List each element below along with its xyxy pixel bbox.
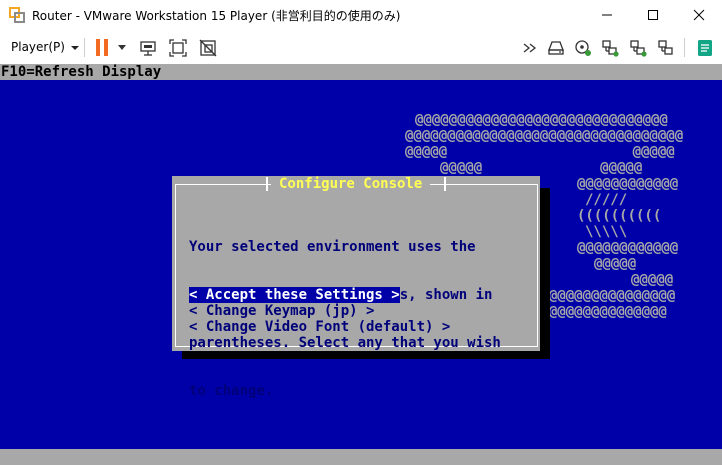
pause-icon-bar — [104, 39, 108, 56]
dialog-body-line: parentheses. Select any that you wish — [189, 335, 501, 351]
notes-icon[interactable] — [695, 38, 715, 58]
logo-line: @@@@@ — [631, 272, 674, 288]
pause-options-chevron-icon[interactable] — [118, 45, 126, 50]
option-change-video-font[interactable]: < Change Video Font (default) > — [189, 319, 450, 335]
minimize-icon — [602, 14, 612, 16]
title-bar: Router - VMware Workstation 15 Player (非… — [0, 0, 722, 31]
send-ctrl-alt-del-icon[interactable] — [138, 38, 158, 58]
player-menu[interactable]: Player(P) — [5, 37, 85, 57]
dialog-body-line: to change. — [189, 383, 274, 399]
dialog-body-line: Your selected environment uses the — [189, 239, 476, 255]
pause-icon — [96, 39, 100, 56]
vmware-app-icon — [9, 7, 25, 23]
configure-console-dialog: Configure Console Your selected environm… — [172, 176, 540, 399]
console-bottom-bar — [0, 449, 722, 465]
logo-line: @@@@@ @@@@@ — [440, 160, 643, 176]
dialog-title: Configure Console — [271, 176, 431, 192]
maximize-button[interactable] — [630, 0, 676, 31]
logo-line: \\\\\ — [585, 224, 628, 240]
vm-console[interactable]: F10=Refresh Display @@@@@@@@@@@@@@@@@@@@… — [0, 64, 722, 465]
player-menu-label: Player(P) — [11, 40, 65, 54]
option-accept-settings[interactable]: < Accept these Settings > — [189, 287, 400, 303]
dialog-title-right-cap — [444, 177, 446, 191]
dialog-title-left-cap — [266, 177, 268, 191]
logo-line: @@@@@ — [594, 256, 637, 272]
close-icon — [693, 9, 705, 21]
minimize-button[interactable] — [584, 0, 630, 31]
ascii-logo: @@@@@@@@@@@@@@@@@@@@@@@@@@@@@@ @@@@@@@@@… — [0, 64, 683, 320]
usb-device-icon[interactable] — [628, 38, 648, 58]
toolbar: Player(P) — [0, 31, 722, 65]
option-change-keymap[interactable]: < Change Keymap (jp) > — [189, 303, 374, 319]
logo-line: @@@@@@@@@@@@ — [577, 240, 679, 256]
dialog-border — [537, 184, 538, 346]
dialog-border — [175, 184, 176, 346]
toolbar-separator — [84, 38, 85, 57]
forward-icon[interactable] — [520, 38, 540, 58]
pause-button[interactable] — [93, 38, 113, 58]
toolbar-separator — [684, 38, 685, 57]
logo-line: @@@@@@@@@@@@@@@@@@@@@@@@@@@@@@ — [415, 112, 668, 128]
sound-card-icon[interactable] — [656, 38, 676, 58]
hard-disk-icon[interactable] — [546, 38, 566, 58]
logo-line: (((((((((( — [577, 208, 662, 224]
console-status-bar: F10=Refresh Display — [0, 64, 722, 80]
maximize-icon — [648, 10, 658, 20]
full-screen-icon[interactable] — [168, 38, 188, 58]
logo-line: @@@@@@@@@@@@@@@@@@@@@@@@@@@@@@@@@ — [405, 128, 684, 144]
close-button[interactable] — [676, 0, 722, 31]
window-title: Router - VMware Workstation 15 Player (非… — [32, 9, 401, 23]
chevron-down-icon — [70, 45, 79, 50]
logo-line: @@@@@@@@@@@@ — [577, 176, 679, 192]
logo-line: ///// — [585, 192, 628, 208]
cd-dvd-icon[interactable] — [573, 38, 593, 58]
unity-icon[interactable] — [198, 38, 218, 58]
network-adapter-icon[interactable] — [600, 38, 620, 58]
logo-line: @@@@@ @@@@@ — [405, 144, 675, 160]
